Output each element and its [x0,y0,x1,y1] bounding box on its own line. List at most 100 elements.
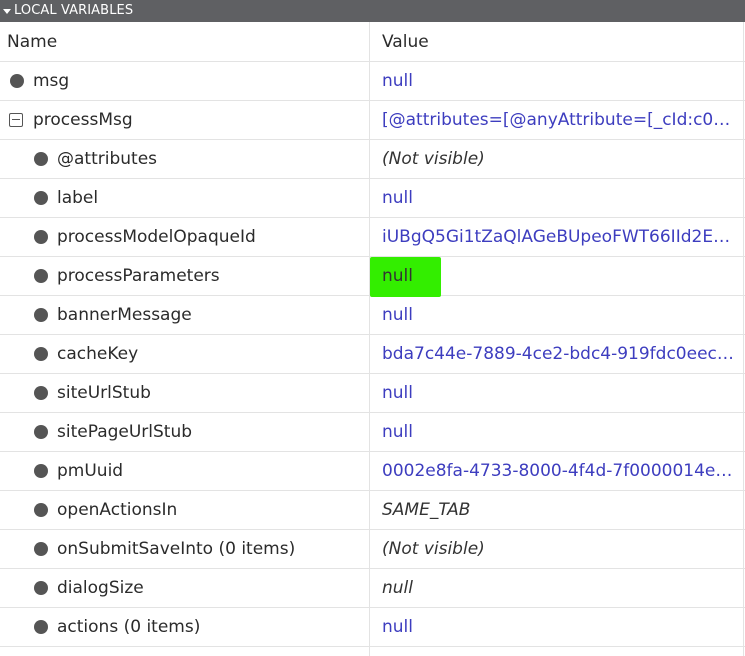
variable-name-cell: cacheKey [0,335,369,373]
bullet-dot-icon [34,425,48,439]
variable-value-cell: bda7c44e-7889-4ce2-bdc4-919fdc0eeced [382,335,734,373]
variable-name: @attributes [57,149,158,169]
bullet-dot-icon [34,152,48,166]
table-row[interactable]: openActionsIn SAME_TAB [0,491,745,530]
table-row[interactable]: fallbackLink [@attributes=[@anyAttribute=… [0,647,745,656]
variable-name: label [57,188,99,208]
variable-value: null [382,578,413,598]
variable-value[interactable]: iUBgQ5Gi1tZaQlAGeBUpeoFWT66IId2E5... [382,227,734,247]
variables-table: Name Value msg null processMsg [@attributes… [0,22,745,656]
variable-name-cell: msg [0,62,369,100]
variable-value[interactable]: null [382,383,413,403]
variable-value-cell: null [382,374,734,412]
table-row[interactable]: label null [0,179,745,218]
table-row[interactable]: processMsg [@attributes=[@anyAttribute=[_… [0,101,745,140]
variable-value-cell: SAME_TAB [382,491,734,529]
variable-value[interactable]: null [382,617,413,637]
variable-value[interactable]: null [382,188,413,208]
bullet-dot-icon [34,503,48,517]
variable-name-cell: @attributes [0,140,369,178]
variable-value: (Not visible) [382,149,485,169]
variable-name-cell: bannerMessage [0,296,369,334]
variable-name: cacheKey [57,344,139,364]
variable-name-cell: processParameters [0,257,369,295]
variable-value-cell: 0002e8fa-4733-8000-4f4d-7f0000014e7a [382,452,734,490]
variable-name-cell: fallbackLink [0,647,369,656]
table-row[interactable]: actions (0 items) null [0,608,745,647]
table-right-border [743,22,744,656]
variable-name-cell: actions (0 items) [0,608,369,646]
variable-name-cell: pmUuid [0,452,369,490]
bullet-dot-icon [34,308,48,322]
caret-down-icon[interactable] [3,9,11,14]
variable-name: siteUrlStub [57,383,151,403]
variable-value-cell: null [382,569,734,607]
local-variables-panel: LOCAL VARIABLES Name Value msg null proces… [0,0,745,656]
variable-name: processMsg [33,110,133,130]
bullet-dot-icon [34,269,48,283]
variable-name-cell: openActionsIn [0,491,369,529]
table-row[interactable]: @attributes (Not visible) [0,140,745,179]
table-row[interactable]: cacheKey bda7c44e-7889-4ce2-bdc4-919fdc0e… [0,335,745,374]
variable-value-cell: (Not visible) [382,530,734,568]
table-row[interactable]: siteUrlStub null [0,374,745,413]
variable-name-cell: dialogSize [0,569,369,607]
variable-value-cell: [@attributes=[@anyAttribute=[_cId:14ca9.… [382,647,734,656]
variable-value[interactable]: 0002e8fa-4733-8000-4f4d-7f0000014e7a [382,461,734,481]
variable-value[interactable]: [@attributes=[@anyAttribute=[_cId:c00fe.… [382,110,734,130]
table-row[interactable]: processParameters null [0,257,745,297]
variable-value-cell: null [382,296,734,334]
variable-value: SAME_TAB [382,500,471,520]
variable-name-cell: processModelOpaqueId [0,218,369,256]
variable-value[interactable]: bda7c44e-7889-4ce2-bdc4-919fdc0eeced [382,344,734,364]
variable-name: openActionsIn [57,500,178,520]
variable-value-cell: [@attributes=[@anyAttribute=[_cId:c00fe.… [382,101,734,139]
variable-value[interactable]: null [382,266,413,286]
variable-value-cell: null [382,608,734,646]
variable-value-cell: iUBgQ5Gi1tZaQlAGeBUpeoFWT66IId2E5... [382,218,734,256]
table-row[interactable]: msg null [0,62,745,101]
table-row[interactable]: dialogSize null [0,569,745,608]
variable-value-cell: null [382,413,734,451]
section-title: LOCAL VARIABLES [14,3,134,18]
table-row[interactable]: bannerMessage null [0,296,745,335]
table-header-row: Name Value [0,22,745,62]
variable-name-cell: sitePageUrlStub [0,413,369,451]
bullet-dot-icon [34,230,48,244]
variable-name-cell: onSubmitSaveInto (0 items) [0,530,369,568]
bullet-dot-icon [34,464,48,478]
variable-name: dialogSize [57,578,144,598]
bullet-dot-icon [34,386,48,400]
variable-name: processParameters [57,266,220,286]
variable-value[interactable]: null [382,422,413,442]
table-row[interactable]: onSubmitSaveInto (0 items) (Not visible) [0,530,745,569]
variable-value-cell: null [382,62,734,100]
bullet-dot-icon [10,74,24,88]
local-variables-header[interactable]: LOCAL VARIABLES [0,0,745,22]
variable-name: onSubmitSaveInto (0 items) [57,539,296,559]
variable-name-cell: label [0,179,369,217]
variable-name: sitePageUrlStub [57,422,193,442]
variable-value[interactable]: null [382,305,413,325]
variable-value-cell: (Not visible) [382,140,734,178]
column-divider[interactable] [369,22,370,656]
bullet-dot-icon [34,542,48,556]
variable-name-cell: siteUrlStub [0,374,369,412]
table-row[interactable]: sitePageUrlStub null [0,413,745,452]
variable-value: (Not visible) [382,539,485,559]
table-row[interactable]: processModelOpaqueId iUBgQ5Gi1tZaQlAGeBUp… [0,218,745,257]
collapse-minus-icon[interactable] [9,113,23,127]
variable-name: msg [33,71,70,91]
variable-name: processModelOpaqueId [57,227,256,247]
column-header-value[interactable]: Value [382,22,734,61]
variable-value[interactable]: null [382,71,413,91]
bullet-dot-icon [34,347,48,361]
bullet-dot-icon [34,191,48,205]
column-header-name[interactable]: Name [0,22,376,61]
table-row[interactable]: pmUuid 0002e8fa-4733-8000-4f4d-7f0000014e… [0,452,745,491]
variable-name: pmUuid [57,461,124,481]
variable-value-cell: null [382,257,734,295]
variable-name: bannerMessage [57,305,192,325]
bullet-dot-icon [34,620,48,634]
bullet-dot-icon [34,581,48,595]
